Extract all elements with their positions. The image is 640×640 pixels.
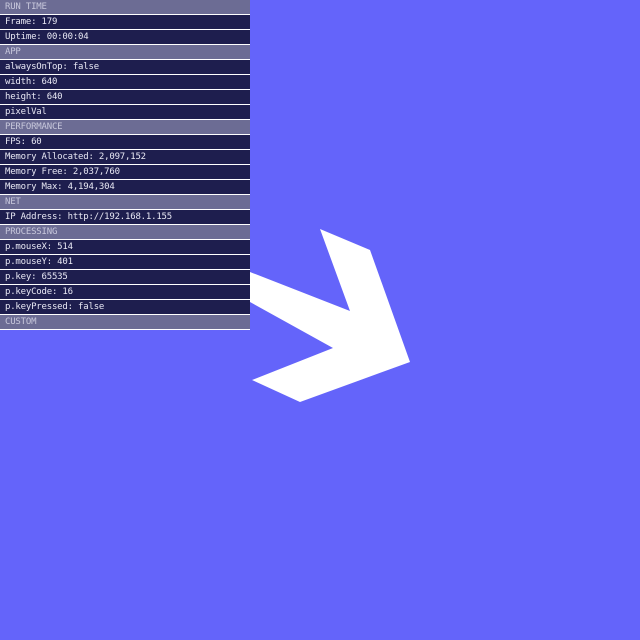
section-header-app: APP — [0, 45, 250, 59]
app-pixel-val: pixelVal — [0, 105, 250, 119]
section-header-runtime: RUN TIME — [0, 0, 250, 14]
app-always-on-top: alwaysOnTop: false — [0, 60, 250, 74]
processing-mouse-y: p.mouseY: 401 — [0, 255, 250, 269]
app-width: width: 640 — [0, 75, 250, 89]
runtime-frame: Frame: 179 — [0, 15, 250, 29]
processing-mouse-x: p.mouseX: 514 — [0, 240, 250, 254]
app-height: height: 640 — [0, 90, 250, 104]
debug-panel: RUN TIME Frame: 179 Uptime: 00:00:04 APP alw… — [0, 0, 250, 330]
performance-memory-free: Memory Free: 2,037,760 — [0, 165, 250, 179]
section-header-net: NET — [0, 195, 250, 209]
processing-key-pressed: p.keyPressed: false — [0, 300, 250, 314]
performance-memory-allocated: Memory Allocated: 2,097,152 — [0, 150, 250, 164]
runtime-uptime: Uptime: 00:00:04 — [0, 30, 250, 44]
section-header-processing: PROCESSING — [0, 225, 250, 239]
section-header-performance: PERFORMANCE — [0, 120, 250, 134]
performance-memory-max: Memory Max: 4,194,304 — [0, 180, 250, 194]
processing-key: p.key: 65535 — [0, 270, 250, 284]
processing-key-code: p.keyCode: 16 — [0, 285, 250, 299]
arrow-shape — [250, 229, 410, 402]
net-ip-address: IP Address: http://192.168.1.155 — [0, 210, 250, 224]
performance-fps: FPS: 60 — [0, 135, 250, 149]
section-header-custom: CUSTOM — [0, 315, 250, 329]
